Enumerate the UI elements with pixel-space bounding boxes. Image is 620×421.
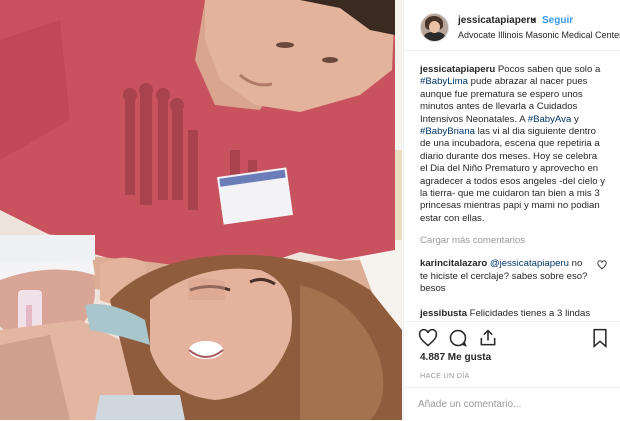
action-bar (404, 321, 620, 354)
avatar[interactable] (420, 13, 449, 42)
comment-username[interactable]: karincitalazaro (420, 258, 487, 269)
comment-item: jessibusta Felicidades tienes a 3 lindas… (420, 308, 607, 322)
caption-username[interactable]: jessicatapiaperu (420, 64, 495, 75)
comment-bubble-icon[interactable] (448, 328, 468, 348)
location-link[interactable]: Advocate Illinois Masonic Medical Center (458, 30, 620, 40)
hashtag-link[interactable]: #BabyLima (420, 76, 468, 87)
instagram-post: jessicatapiaperu • Seguir Advocate Illin… (0, 0, 620, 420)
caption-text: Pocos saben que solo a (495, 64, 601, 75)
add-comment-bar (404, 387, 620, 421)
comment-mention[interactable]: @jessicatapiaperu (490, 258, 569, 269)
post-sidebar: jessicatapiaperu • Seguir Advocate Illin… (403, 0, 620, 420)
hashtag-link[interactable]: #BabyBriana (420, 126, 475, 137)
post-timestamp[interactable]: HACE UN DÍA (420, 371, 470, 380)
header-separator: • (532, 15, 536, 26)
load-more-comments[interactable]: Cargar más comentarios (420, 235, 607, 246)
likes-count[interactable]: 4.887 Me gusta (420, 352, 491, 363)
bookmark-icon[interactable] (590, 328, 610, 348)
comment-like-icon[interactable] (597, 260, 607, 270)
heart-icon[interactable] (418, 328, 438, 348)
caption-text: las vi al dia siguiente dentro de una in… (420, 126, 606, 224)
comment-item: karincitalazaro @jessicatapiaperu no te … (420, 258, 607, 295)
comments-section[interactable]: jessicatapiaperu Pocos saben que solo a … (404, 51, 620, 321)
add-comment-input[interactable] (418, 396, 598, 412)
caption-text: y (571, 113, 579, 125)
post-photo-illustration (0, 0, 402, 420)
avatar-body (424, 32, 445, 41)
follow-button[interactable]: Seguir (542, 15, 573, 26)
post-photo[interactable] (0, 0, 402, 420)
comment-username[interactable]: jessibusta (420, 308, 467, 319)
post-caption: jessicatapiaperu Pocos saben que solo a … (420, 64, 607, 225)
post-author-username[interactable]: jessicatapiaperu (458, 15, 536, 26)
post-header: jessicatapiaperu • Seguir Advocate Illin… (404, 0, 620, 51)
hashtag-link[interactable]: #BabyAva (528, 114, 572, 125)
avatar-face (429, 21, 440, 33)
share-icon[interactable] (478, 328, 498, 348)
